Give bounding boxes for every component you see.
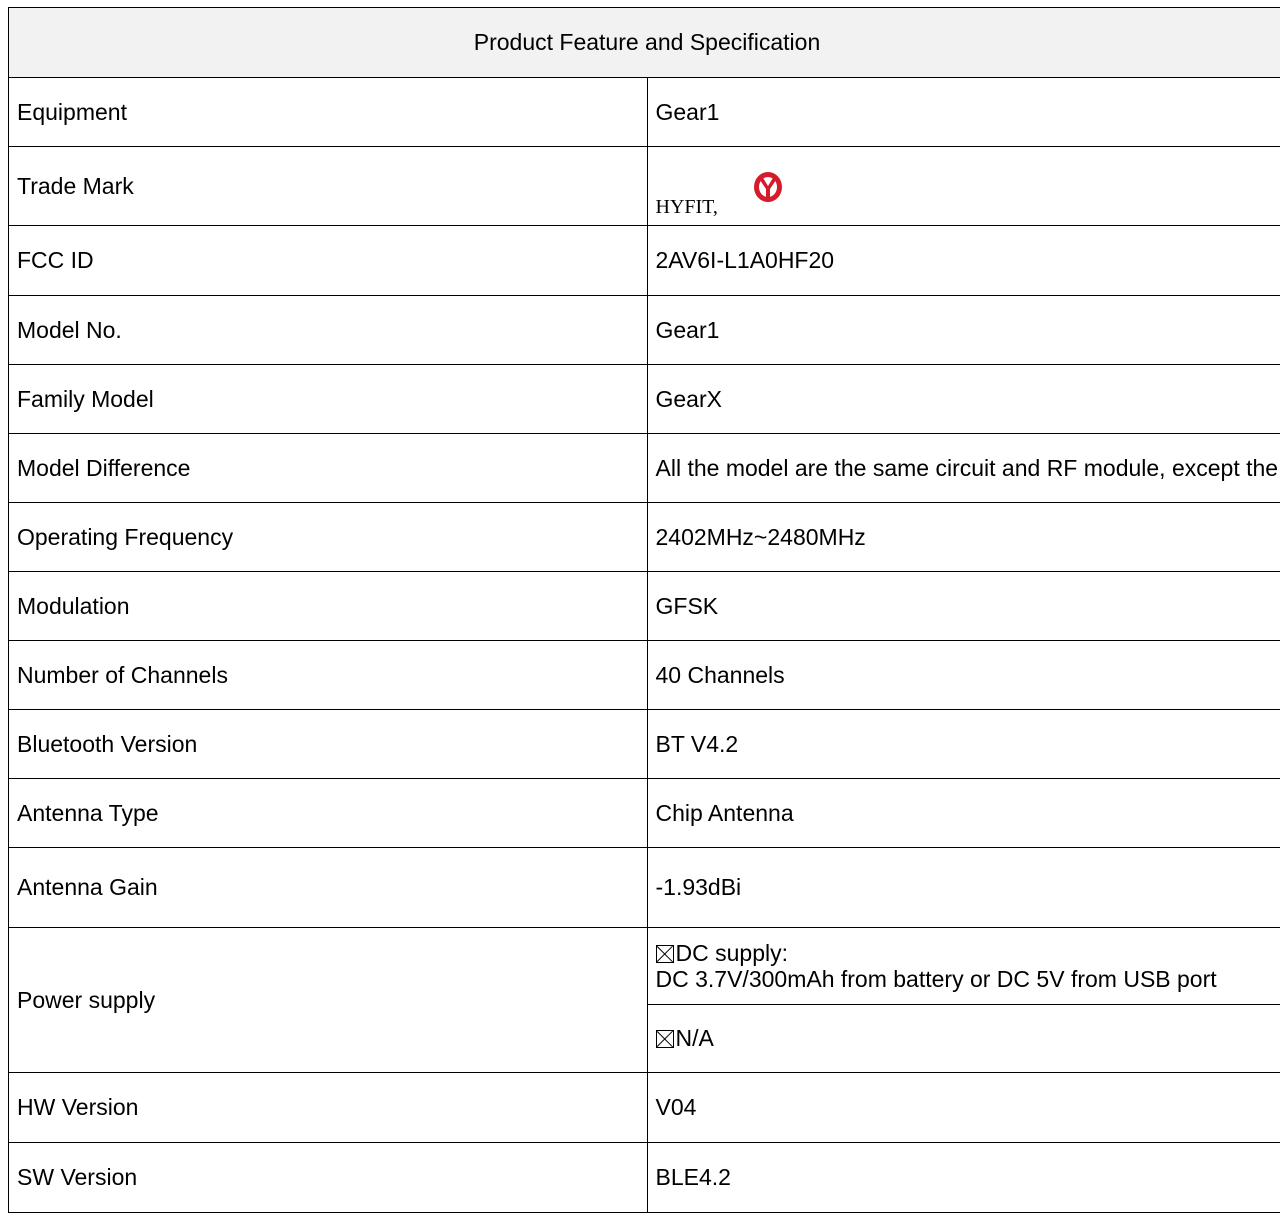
table-row: Bluetooth Version BT V4.2 [9, 710, 1280, 779]
table-header: Product Feature and Specification [9, 8, 1280, 78]
table-row: Number of Channels 40 Channels [9, 641, 1280, 710]
table-row: Model No. Gear1 [9, 296, 1280, 365]
row-value: BLE4.2 [647, 1143, 1280, 1213]
row-value: 40 Channels [647, 641, 1280, 710]
trade-mark-cell: HYFIT, [647, 147, 1280, 226]
row-value: Chip Antenna [647, 779, 1280, 848]
row-label: Model No. [9, 296, 648, 365]
row-value: -1.93dBi [647, 848, 1280, 928]
row-label: SW Version [9, 1143, 648, 1213]
table-row: Family Model GearX [9, 365, 1280, 434]
row-value: 2402MHz~2480MHz [647, 503, 1280, 572]
row-value: V04 [647, 1073, 1280, 1143]
table-row: Antenna Type Chip Antenna [9, 779, 1280, 848]
checked-box-icon [656, 1030, 674, 1048]
checked-box-icon [656, 945, 674, 963]
row-label: Operating Frequency [9, 503, 648, 572]
na-label: N/A [676, 1025, 714, 1051]
table-row: Modulation GFSK [9, 572, 1280, 641]
row-value: GearX [647, 365, 1280, 434]
hyfit-logo-icon [746, 167, 790, 207]
row-label: Antenna Gain [9, 848, 648, 928]
table-row: Operating Frequency 2402MHz~2480MHz [9, 503, 1280, 572]
row-label: Modulation [9, 572, 648, 641]
row-value: 2AV6I-L1A0HF20 [647, 226, 1280, 296]
row-label: Trade Mark [9, 147, 648, 226]
table-row: SW Version BLE4.2 [9, 1143, 1280, 1213]
dc-supply-cell: DC supply: DC 3.7V/300mAh from battery o… [647, 928, 1280, 1005]
power-supply-label: Power supply [9, 928, 648, 1073]
row-label: Bluetooth Version [9, 710, 648, 779]
row-value: BT V4.2 [647, 710, 1280, 779]
row-value: GFSK [647, 572, 1280, 641]
table-row: FCC ID 2AV6I-L1A0HF20 [9, 226, 1280, 296]
dc-supply-title: DC supply: [676, 940, 788, 966]
row-label: HW Version [9, 1073, 648, 1143]
row-label: Antenna Type [9, 779, 648, 848]
row-label: FCC ID [9, 226, 648, 296]
row-label: Family Model [9, 365, 648, 434]
row-value: Gear1 [647, 296, 1280, 365]
table-row: Trade Mark HYFIT, [9, 147, 1280, 226]
row-label: Model Difference [9, 434, 648, 503]
row-label: Equipment [9, 78, 648, 147]
spec-table: Product Feature and Specification Equipm… [8, 7, 1280, 1213]
table-row: Model Difference All the model are the s… [9, 434, 1280, 503]
row-value: Gear1 [647, 78, 1280, 147]
na-cell: N/A [647, 1005, 1280, 1073]
trade-mark-text: HYFIT, [656, 196, 718, 219]
row-value: All the model are the same circuit and R… [647, 434, 1280, 503]
table-row: HW Version V04 [9, 1073, 1280, 1143]
table-row: Antenna Gain -1.93dBi [9, 848, 1280, 928]
table-row: Equipment Gear1 [9, 78, 1280, 147]
power-supply-row: Power supply DC supply: DC 3.7V/300mAh f… [9, 928, 1280, 1005]
row-label: Number of Channels [9, 641, 648, 710]
dc-supply-detail: DC 3.7V/300mAh from battery or DC 5V fro… [656, 966, 1280, 992]
